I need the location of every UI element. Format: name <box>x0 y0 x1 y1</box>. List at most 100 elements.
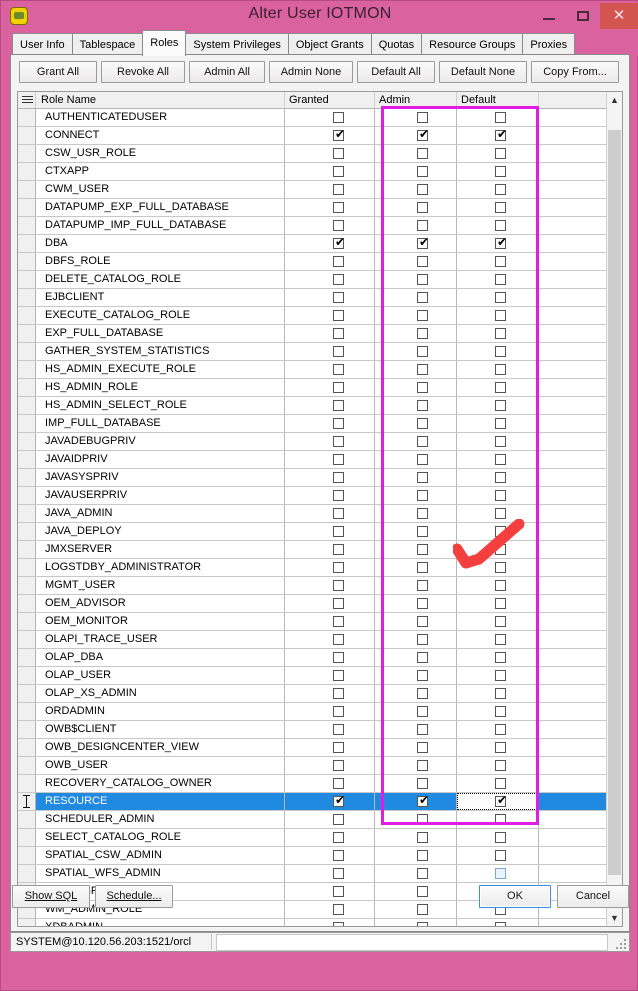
granted-checkbox[interactable] <box>333 364 344 375</box>
row-header-cell[interactable] <box>18 271 36 288</box>
row-header-cell[interactable] <box>18 199 36 216</box>
table-row[interactable]: HS_ADMIN_ROLE <box>18 379 622 397</box>
table-row[interactable]: OLAP_XS_ADMIN <box>18 685 622 703</box>
granted-checkbox[interactable] <box>333 400 344 411</box>
default-checkbox[interactable] <box>495 490 506 501</box>
admin-cell[interactable] <box>375 829 457 846</box>
table-row[interactable]: CSW_USR_ROLE <box>18 145 622 163</box>
default-cell[interactable] <box>457 523 539 540</box>
default-cell[interactable] <box>457 757 539 774</box>
admin-checkbox[interactable] <box>417 724 428 735</box>
admin-checkbox[interactable] <box>417 634 428 645</box>
row-header-cell[interactable] <box>18 595 36 612</box>
admin-cell[interactable] <box>375 433 457 450</box>
role-name-cell[interactable]: OWB_USER <box>37 757 285 774</box>
admin-checkbox[interactable] <box>417 148 428 159</box>
table-row[interactable]: XDBADMIN <box>18 919 622 926</box>
default-cell[interactable] <box>457 433 539 450</box>
granted-cell[interactable] <box>285 703 375 720</box>
role-name-cell[interactable]: RECOVERY_CATALOG_OWNER <box>37 775 285 792</box>
role-name-cell[interactable]: DATAPUMP_IMP_FULL_DATABASE <box>37 217 285 234</box>
default-checkbox[interactable] <box>495 832 506 843</box>
granted-checkbox[interactable] <box>333 328 344 339</box>
granted-cell[interactable] <box>285 721 375 738</box>
granted-checkbox[interactable] <box>333 526 344 537</box>
row-header-cell[interactable] <box>18 919 36 926</box>
granted-checkbox[interactable]: ✔ <box>333 128 345 141</box>
role-name-cell[interactable]: SCHEDULER_ADMIN <box>37 811 285 828</box>
default-checkbox[interactable] <box>495 724 506 735</box>
toolbar-button-default-none[interactable]: Default None <box>439 61 527 83</box>
admin-cell[interactable] <box>375 451 457 468</box>
row-header-cell[interactable] <box>18 433 36 450</box>
granted-checkbox[interactable] <box>333 346 344 357</box>
toolbar-button-admin-none[interactable]: Admin None <box>269 61 353 83</box>
granted-cell[interactable] <box>285 289 375 306</box>
default-cell[interactable]: ✔ <box>457 127 539 144</box>
column-header-granted[interactable]: Granted <box>285 92 375 108</box>
granted-cell[interactable] <box>285 487 375 504</box>
row-header-cell[interactable] <box>18 325 36 342</box>
default-cell[interactable] <box>457 181 539 198</box>
row-header-cell[interactable] <box>18 379 36 396</box>
role-name-cell[interactable]: MGMT_USER <box>37 577 285 594</box>
role-name-cell[interactable]: JAVASYSPRIV <box>37 469 285 486</box>
granted-cell[interactable] <box>285 505 375 522</box>
role-name-cell[interactable]: IMP_FULL_DATABASE <box>37 415 285 432</box>
admin-cell[interactable] <box>375 775 457 792</box>
maximize-button[interactable] <box>566 3 600 29</box>
default-checkbox[interactable] <box>495 220 506 231</box>
admin-cell[interactable] <box>375 145 457 162</box>
admin-checkbox[interactable] <box>417 742 428 753</box>
table-row[interactable]: OWB_DESIGNCENTER_VIEW <box>18 739 622 757</box>
row-header-cell[interactable] <box>18 181 36 198</box>
admin-checkbox[interactable] <box>417 256 428 267</box>
role-name-cell[interactable]: EXECUTE_CATALOG_ROLE <box>37 307 285 324</box>
table-row[interactable]: RESOURCE ✔ ✔ ✔ <box>18 793 622 811</box>
table-row[interactable]: JAVASYSPRIV <box>18 469 622 487</box>
granted-checkbox[interactable] <box>333 112 344 123</box>
default-cell[interactable] <box>457 721 539 738</box>
table-row[interactable]: MGMT_USER <box>18 577 622 595</box>
admin-checkbox[interactable]: ✔ <box>417 236 429 249</box>
default-cell[interactable] <box>457 829 539 846</box>
role-name-cell[interactable]: CWM_USER <box>37 181 285 198</box>
row-header-cell[interactable] <box>18 739 36 756</box>
granted-checkbox[interactable] <box>333 634 344 645</box>
admin-cell[interactable] <box>375 361 457 378</box>
granted-cell[interactable] <box>285 271 375 288</box>
default-checkbox[interactable] <box>495 112 506 123</box>
default-checkbox[interactable] <box>495 616 506 627</box>
grid-corner-cell[interactable] <box>18 92 36 108</box>
granted-cell[interactable] <box>285 469 375 486</box>
admin-checkbox[interactable] <box>417 328 428 339</box>
granted-checkbox[interactable] <box>333 490 344 501</box>
role-name-cell[interactable]: DELETE_CATALOG_ROLE <box>37 271 285 288</box>
default-cell[interactable] <box>457 379 539 396</box>
admin-checkbox[interactable] <box>417 472 428 483</box>
row-header-cell[interactable] <box>18 397 36 414</box>
default-cell[interactable] <box>457 415 539 432</box>
default-cell[interactable] <box>457 685 539 702</box>
granted-checkbox[interactable] <box>333 832 344 843</box>
table-row[interactable]: DBA ✔ ✔ ✔ <box>18 235 622 253</box>
default-checkbox[interactable] <box>495 706 506 717</box>
admin-checkbox[interactable] <box>417 598 428 609</box>
table-row[interactable]: EJBCLIENT <box>18 289 622 307</box>
admin-checkbox[interactable] <box>417 562 428 573</box>
default-cell[interactable] <box>457 289 539 306</box>
toolbar-button-default-all[interactable]: Default All <box>357 61 435 83</box>
granted-cell[interactable] <box>285 523 375 540</box>
column-header-role-name[interactable]: Role Name <box>37 92 285 108</box>
row-header-cell[interactable] <box>18 451 36 468</box>
admin-checkbox[interactable] <box>417 346 428 357</box>
granted-checkbox[interactable] <box>333 724 344 735</box>
table-row[interactable]: JAVA_DEPLOY <box>18 523 622 541</box>
admin-cell[interactable] <box>375 397 457 414</box>
default-cell[interactable] <box>457 361 539 378</box>
default-checkbox[interactable] <box>495 670 506 681</box>
row-header-cell[interactable] <box>18 577 36 594</box>
admin-cell[interactable] <box>375 739 457 756</box>
table-row[interactable]: OEM_ADVISOR <box>18 595 622 613</box>
granted-checkbox[interactable] <box>333 274 344 285</box>
